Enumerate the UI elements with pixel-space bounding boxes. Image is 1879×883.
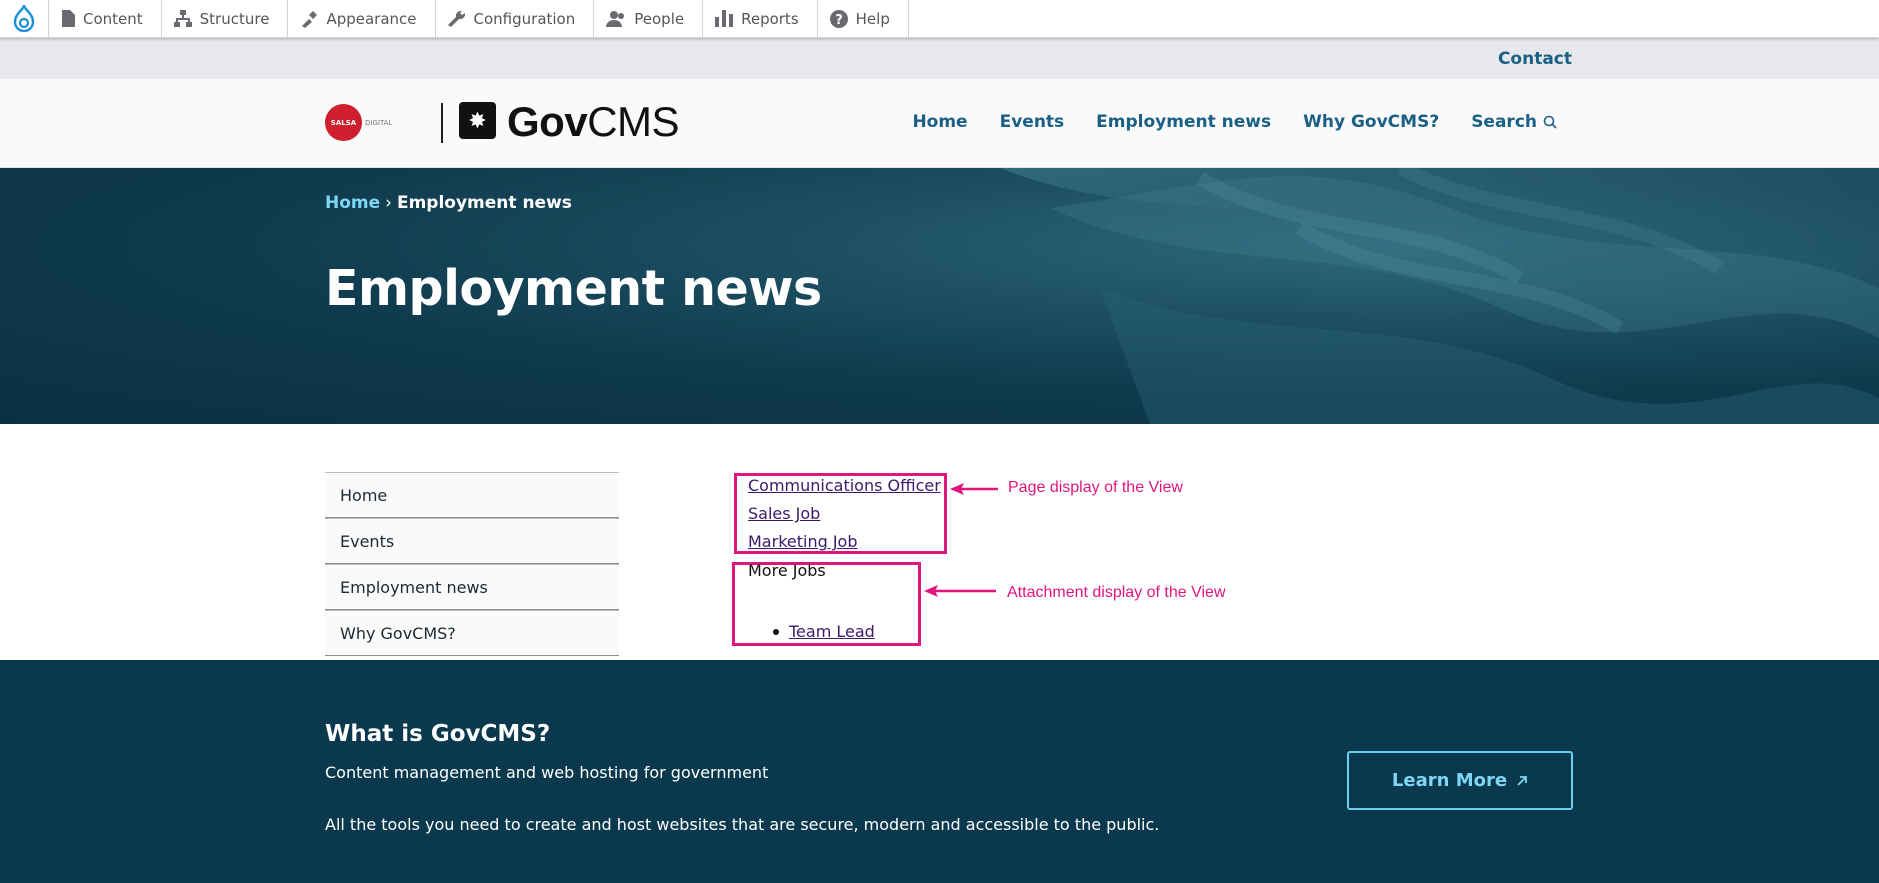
site-footer: What is GovCMS? Content management and w… (0, 660, 1879, 883)
toolbar-label: Reports (741, 9, 799, 28)
toolbar-reports[interactable]: Reports (703, 0, 818, 37)
toolbar-help[interactable]: ? Help (818, 0, 909, 37)
nav-why-govcms[interactable]: Why GovCMS? (1303, 112, 1439, 132)
toolbar-label: Configuration (473, 9, 576, 28)
bullet (773, 628, 779, 635)
breadcrumb: Home › Employment news (325, 193, 572, 213)
salsa-digital-logo[interactable]: SALSA DIGITAL (325, 104, 392, 141)
site-header: SALSA DIGITAL ✸ GovCMS Home Events Emplo… (0, 79, 1879, 168)
nav-events[interactable]: Events (1000, 112, 1065, 132)
sidebar-item-home[interactable]: Home (325, 472, 619, 518)
annotation-page-display: Page display of the View (1008, 479, 1183, 496)
search-button[interactable]: Search (1471, 112, 1557, 132)
paintbrush-icon (302, 10, 318, 28)
sidebar-item-events[interactable]: Events (325, 518, 619, 564)
breadcrumb-home[interactable]: Home (325, 193, 380, 213)
secondary-nav: Contact (0, 38, 1879, 79)
footer-heading: What is GovCMS? (325, 721, 551, 747)
drupal-home-icon[interactable] (0, 0, 49, 37)
annotation-arrow (924, 585, 996, 597)
toolbar-label: Appearance (326, 9, 417, 28)
people-icon (606, 11, 625, 27)
toolbar-label: Structure (199, 9, 270, 28)
job-link[interactable]: Sales Job (748, 504, 941, 532)
job-link[interactable]: Marketing Job (748, 532, 941, 560)
logo-divider (441, 103, 443, 143)
annotation-attachment-display: Attachment display of the View (1007, 584, 1226, 601)
job-link[interactable]: Team Lead (789, 622, 875, 641)
nav-home[interactable]: Home (912, 112, 967, 132)
toolbar-label: Content (83, 9, 143, 28)
side-nav: Home Events Employment news Why GovCMS? (325, 472, 619, 656)
bar-chart-icon (715, 10, 734, 27)
admin-toolbar: Content Structure Appearance Configurati… (0, 0, 1879, 38)
footer-text: Content management and web hosting for g… (325, 763, 769, 782)
footer-text: All the tools you need to create and hos… (325, 815, 1160, 834)
toolbar-structure[interactable]: Structure (162, 0, 289, 37)
hero-background-pattern (1000, 168, 1879, 424)
govcms-logo[interactable]: GovCMS (507, 98, 680, 146)
learn-more-label: Learn More (1391, 770, 1508, 791)
attachment-heading: More Jobs (748, 561, 826, 580)
search-icon (1543, 115, 1557, 129)
govcms-star-icon: ✸ (459, 102, 496, 139)
hero-banner: Home › Employment news Employment news (0, 168, 1879, 424)
salsa-mark: SALSA (325, 104, 362, 141)
sitemap-icon (173, 10, 192, 27)
salsa-digital-text: DIGITAL (365, 118, 393, 127)
main-nav: Home Events Employment news Why GovCMS? … (912, 112, 1557, 132)
sidebar-item-employment-news[interactable]: Employment news (325, 564, 619, 610)
file-icon (62, 10, 75, 27)
toolbar-configuration[interactable]: Configuration (436, 0, 595, 37)
toolbar-label: People (634, 9, 685, 28)
breadcrumb-separator: › (385, 193, 392, 213)
toolbar-people[interactable]: People (594, 0, 704, 37)
wrench-icon (447, 10, 465, 27)
external-arrow-icon (1517, 775, 1527, 786)
help-icon: ? (829, 9, 848, 28)
page-title: Employment news (325, 260, 822, 317)
job-link[interactable]: Communications Officer (748, 476, 941, 504)
nav-employment-news[interactable]: Employment news (1096, 112, 1271, 132)
sidebar-item-why-govcms[interactable]: Why GovCMS? (325, 610, 619, 656)
toolbar-content[interactable]: Content (49, 0, 162, 37)
search-label: Search (1471, 112, 1537, 132)
toolbar-label: Help (855, 9, 890, 28)
breadcrumb-current: Employment news (396, 193, 572, 213)
svg-text:?: ? (835, 13, 843, 28)
contact-link[interactable]: Contact (1498, 49, 1572, 69)
list-item: Team Lead (773, 622, 875, 641)
learn-more-button[interactable]: Learn More (1347, 751, 1573, 810)
view-page-display: Communications Officer Sales Job Marketi… (748, 476, 941, 560)
toolbar-appearance[interactable]: Appearance (288, 0, 436, 37)
annotation-arrow (950, 483, 998, 495)
